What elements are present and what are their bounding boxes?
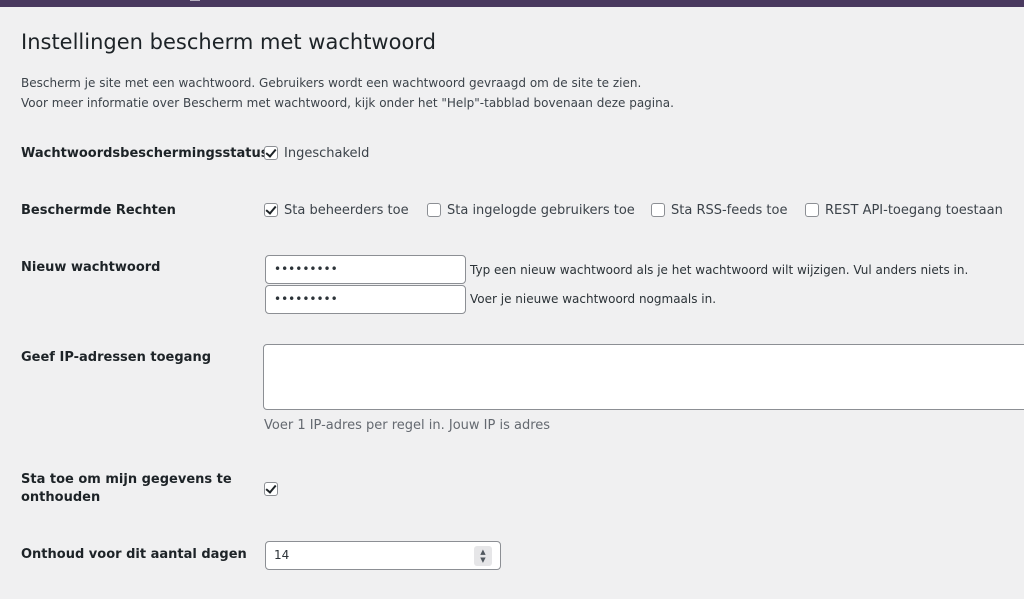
remember-days-value: 14 xyxy=(274,548,290,562)
remember-label: Sta toe om mijn gegevens te onthouden xyxy=(21,471,232,507)
remember-label-line-1: Sta toe om mijn gegevens te xyxy=(21,472,232,487)
confirm-password-input[interactable]: ••••••••• xyxy=(265,285,466,314)
allow-rss-label: Sta RSS-feeds toe xyxy=(671,203,788,218)
permissions-label: Beschermde Rechten xyxy=(21,203,176,218)
remember-days-label: Onthoud voor dit aantal dagen xyxy=(21,547,247,562)
page-intro: Bescherm je site met een wachtwoord. Geb… xyxy=(21,73,674,113)
status-label: Wachtwoordsbeschermingsstatus xyxy=(21,146,269,161)
checkbox-box[interactable] xyxy=(264,202,278,217)
status-enabled-checkbox[interactable]: Ingeschakeld xyxy=(264,145,369,163)
status-enabled-label: Ingeschakeld xyxy=(284,146,370,161)
ip-access-label: Geef IP-adressen toegang xyxy=(21,350,211,365)
allow-logged-in-checkbox[interactable]: Sta ingelogde gebruikers toe xyxy=(427,202,635,220)
ip-access-description: Voer 1 IP-adres per regel in. Jouw IP is… xyxy=(264,418,551,433)
allow-logged-in-label: Sta ingelogde gebruikers toe xyxy=(447,203,635,218)
checkbox-box[interactable] xyxy=(264,145,278,160)
ip-access-textarea[interactable] xyxy=(263,344,1024,410)
confirm-password-description: Voer je nieuwe wachtwoord nogmaals in. xyxy=(470,292,717,306)
allow-rss-checkbox[interactable]: Sta RSS-feeds toe xyxy=(651,202,787,220)
remember-checkbox[interactable] xyxy=(264,482,278,496)
number-spinner-icon[interactable]: ▲ ▼ xyxy=(474,546,492,566)
admin-bar-marker xyxy=(190,0,200,1)
new-password-description: Typ een nieuw wachtwoord als je het wach… xyxy=(470,263,969,277)
new-password-input[interactable]: ••••••••• xyxy=(265,255,466,284)
allow-rest-api-checkbox[interactable]: REST API-toegang toestaan xyxy=(805,202,1003,220)
new-password-label: Nieuw wachtwoord xyxy=(21,260,161,275)
checkbox-box[interactable] xyxy=(651,202,665,217)
page-title: Instellingen bescherm met wachtwoord xyxy=(21,30,436,54)
checkbox-box[interactable] xyxy=(427,202,441,217)
intro-line-1: Bescherm je site met een wachtwoord. Geb… xyxy=(21,76,642,90)
intro-line-2: Voor meer informatie over Bescherm met w… xyxy=(21,96,674,110)
checkbox-box[interactable] xyxy=(805,202,819,217)
remember-days-input[interactable]: 14 ▲ ▼ xyxy=(265,541,501,570)
admin-bar xyxy=(0,0,1024,7)
remember-label-line-2: onthouden xyxy=(21,490,101,505)
allow-admins-checkbox[interactable]: Sta beheerders toe xyxy=(264,202,409,220)
allow-rest-api-label: REST API-toegang toestaan xyxy=(825,203,1003,218)
allow-admins-label: Sta beheerders toe xyxy=(284,203,409,218)
